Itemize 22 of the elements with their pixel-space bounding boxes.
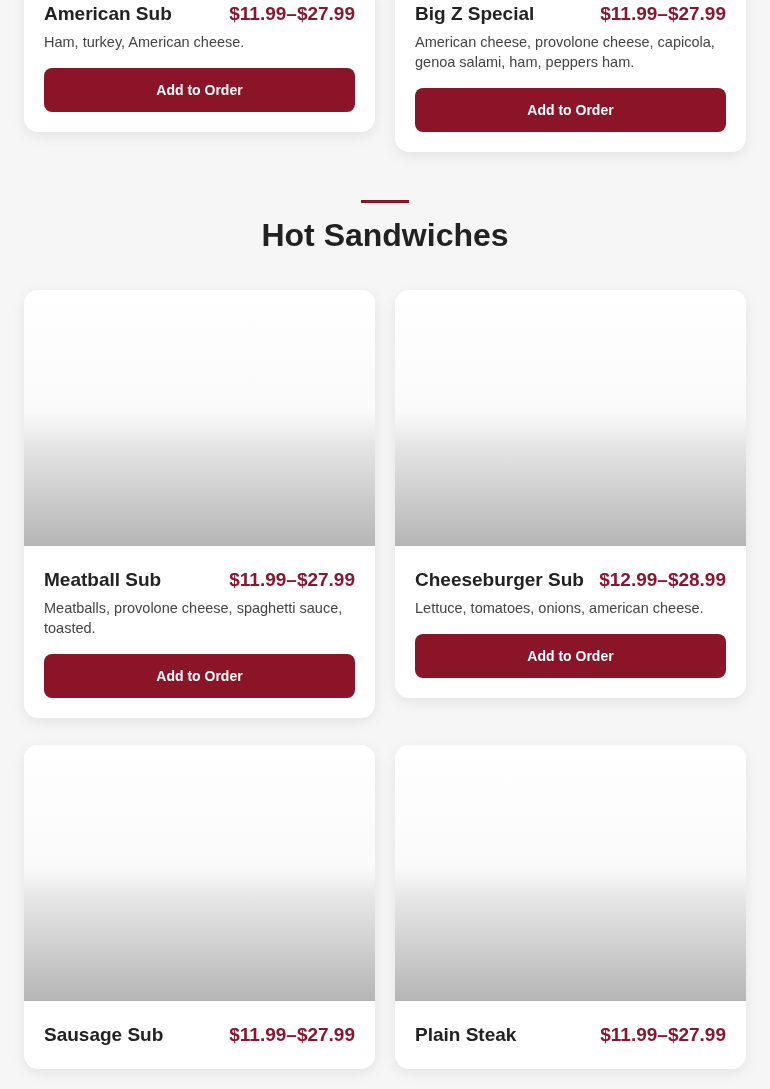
item-description: Lettuce, tomatoes, onions, american cheese. (415, 599, 705, 618)
item-price: $11.99–$27.99 (600, 1023, 726, 1047)
item-price: $11.99–$27.99 (229, 568, 355, 592)
add-to-order-button[interactable]: Add to Order (415, 88, 726, 132)
item-description: American cheese, provolone cheese, capicola, genoa salami, ham, peppers ham. (415, 33, 716, 72)
item-name: Meatball Sub (44, 568, 162, 592)
item-name: American Sub (44, 2, 172, 26)
item-name: Cheeseburger Sub (415, 568, 584, 592)
heading-accent (361, 200, 409, 203)
item-name: Sausage Sub (44, 1023, 164, 1047)
item-price: $11.99–$27.99 (229, 1023, 355, 1047)
item-price: $12.99–$28.99 (599, 568, 726, 592)
add-to-order-button[interactable]: Add to Order (44, 654, 355, 698)
item-name: Plain Steak (415, 1023, 517, 1047)
item-price: $11.99–$27.99 (600, 2, 726, 26)
item-description: Ham, turkey, American cheese. (44, 33, 246, 52)
item-price: $11.99–$27.99 (229, 2, 355, 26)
section-title: Hot Sandwiches (261, 217, 509, 253)
add-to-order-button[interactable]: Add to Order (44, 68, 355, 112)
add-to-order-button[interactable]: Add to Order (415, 634, 726, 678)
item-name: Big Z Special (415, 2, 535, 26)
item-description: Meatballs, provolone cheese, spaghetti sauce, toasted. (44, 599, 344, 638)
